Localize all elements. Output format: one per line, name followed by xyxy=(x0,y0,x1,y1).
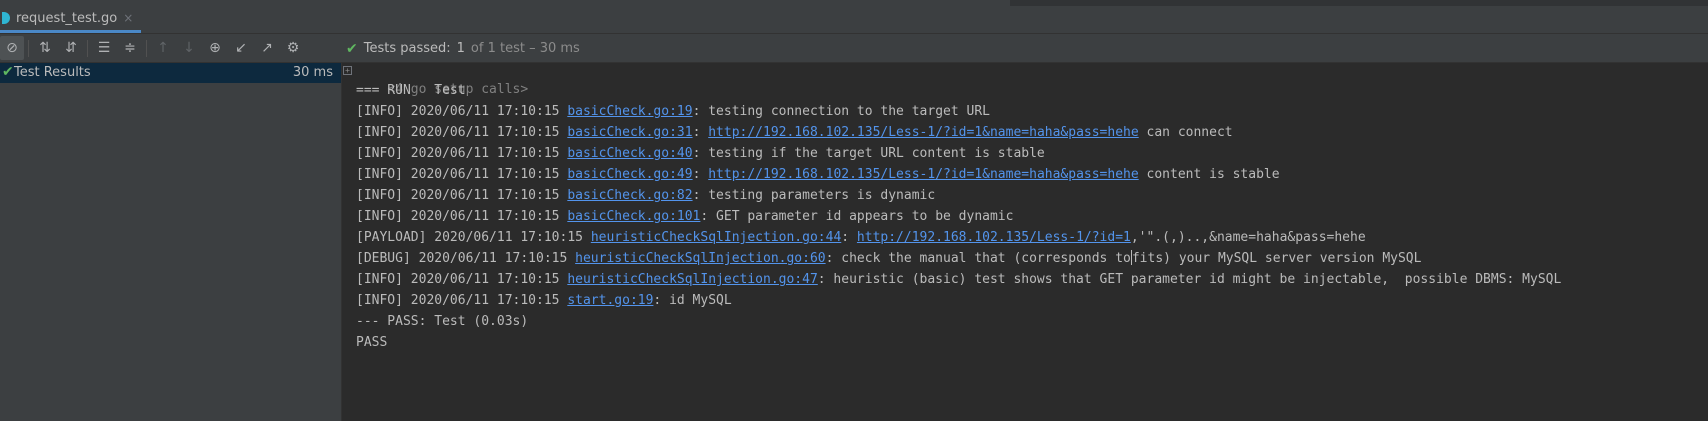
tree-item-label: Test Results xyxy=(14,65,91,80)
log-text: fits) your MySQL server version MySQL xyxy=(1131,251,1422,266)
log-text: : testing parameters is dynamic xyxy=(692,188,936,203)
log-line: [INFO] 2020/06/11 17:10:15 basicCheck.go… xyxy=(356,207,1013,227)
log-text: : xyxy=(692,167,709,182)
url-link[interactable]: http://192.168.102.135/Less-1/?id=1&name… xyxy=(708,125,1138,140)
next-failed-icon[interactable]: ↓ xyxy=(177,36,201,60)
log-text: : heuristic (basic) test shows that GET … xyxy=(817,272,1562,287)
log-line: [DEBUG] 2020/06/11 17:10:15 heuristicChe… xyxy=(356,249,1421,269)
source-link[interactable]: start.go:19 xyxy=(567,293,653,308)
log-prefix: [INFO] 2020/06/11 17:10:15 xyxy=(356,188,568,203)
console-output[interactable]: + <4 go setup calls> === RUN Test [INFO] … xyxy=(342,63,1708,421)
log-prefix: [INFO] 2020/06/11 17:10:15 xyxy=(356,146,568,161)
log-text: : xyxy=(692,125,709,140)
log-prefix: [INFO] 2020/06/11 17:10:15 xyxy=(356,272,568,287)
log-prefix: [PAYLOAD] 2020/06/11 17:10:15 xyxy=(356,230,591,245)
url-link[interactable]: http://192.168.102.135/Less-1/?id=1&name… xyxy=(708,167,1138,182)
status-label: Tests passed: xyxy=(363,41,451,56)
source-link[interactable]: basicCheck.go:49 xyxy=(567,167,692,182)
pass-summary-line: --- PASS: Test (0.03s) xyxy=(356,314,529,329)
log-line: [INFO] 2020/06/11 17:10:15 heuristicChec… xyxy=(356,270,1561,290)
go-file-icon xyxy=(2,12,10,24)
import-tests-icon[interactable]: ↙ xyxy=(229,36,253,60)
log-prefix: [INFO] 2020/06/11 17:10:15 xyxy=(356,209,568,224)
log-prefix: [DEBUG] 2020/06/11 17:10:15 xyxy=(356,251,576,266)
stop-icon[interactable]: ⊘ xyxy=(0,36,24,60)
log-prefix: [INFO] 2020/06/11 17:10:15 xyxy=(356,167,568,182)
tree-item-test-results[interactable]: ✔ Test Results 30 ms xyxy=(0,63,341,83)
collapse-all-icon[interactable]: ≑ xyxy=(118,36,142,60)
toolbar-separator xyxy=(28,40,29,57)
log-line: [INFO] 2020/06/11 17:10:15 start.go:19: … xyxy=(356,291,732,311)
log-line: [INFO] 2020/06/11 17:10:15 basicCheck.go… xyxy=(356,165,1280,185)
test-tree-panel: ✔ Test Results 30 ms xyxy=(0,63,342,421)
status-count: 1 xyxy=(456,41,465,56)
source-link[interactable]: heuristicCheckSqlInjection.go:44 xyxy=(591,230,841,245)
source-link[interactable]: basicCheck.go:31 xyxy=(567,125,692,140)
log-prefix: [INFO] 2020/06/11 17:10:15 xyxy=(356,293,568,308)
log-line: [INFO] 2020/06/11 17:10:15 basicCheck.go… xyxy=(356,123,1233,143)
log-prefix: [INFO] 2020/06/11 17:10:15 xyxy=(356,125,568,140)
toolbar-separator xyxy=(146,40,147,57)
log-text: : id MySQL xyxy=(653,293,732,308)
test-toolbar: ⊘ ⇅ ⇵ ☰ ≑ ↑ ↓ ⊕ ↙ ↗ ⚙ ✔ Tests passed: 1 … xyxy=(0,34,1708,63)
log-text: : check the manual that (corresponds to xyxy=(825,251,1131,266)
editor-tab-bar: request_test.go × xyxy=(0,6,1708,34)
source-link[interactable]: heuristicCheckSqlInjection.go:47 xyxy=(567,272,817,287)
source-link[interactable]: basicCheck.go:19 xyxy=(567,104,692,119)
test-status: ✔ Tests passed: 1 of 1 test – 30 ms xyxy=(346,34,580,63)
log-text: : GET parameter id appears to be dynamic xyxy=(700,209,1014,224)
log-text: ,'".(,)..,&name=haha&pass=hehe xyxy=(1130,230,1366,245)
passed-check-icon: ✔ xyxy=(2,64,14,80)
test-history-icon[interactable]: ⊕ xyxy=(203,36,227,60)
folded-setup-calls[interactable]: + <4 go setup calls> xyxy=(342,60,542,97)
log-prefix: [INFO] 2020/06/11 17:10:15 xyxy=(356,104,568,119)
source-link[interactable]: basicCheck.go:101 xyxy=(567,209,700,224)
previous-failed-icon[interactable]: ↑ xyxy=(151,36,175,60)
final-pass-line: PASS xyxy=(356,335,388,350)
tree-item-duration: 30 ms xyxy=(292,65,333,80)
log-text: : testing if the target URL content is s… xyxy=(692,146,1045,161)
log-line: [INFO] 2020/06/11 17:10:15 basicCheck.go… xyxy=(356,144,1045,164)
sort-by-duration-icon[interactable]: ⇵ xyxy=(59,36,83,60)
sort-alphabetically-icon[interactable]: ⇅ xyxy=(33,36,57,60)
close-icon[interactable]: × xyxy=(123,11,133,25)
toolbar-separator xyxy=(87,40,88,57)
expand-fold-icon[interactable]: + xyxy=(343,66,352,75)
source-link[interactable]: heuristicCheckSqlInjection.go:60 xyxy=(575,251,825,266)
log-line: [INFO] 2020/06/11 17:10:15 basicCheck.go… xyxy=(356,186,935,206)
log-text: can connect xyxy=(1138,125,1233,140)
settings-gear-icon[interactable]: ⚙ xyxy=(281,36,305,60)
export-tests-icon[interactable]: ↗ xyxy=(255,36,279,60)
source-link[interactable]: basicCheck.go:82 xyxy=(567,188,692,203)
log-text: : xyxy=(841,230,857,245)
log-text: : testing connection to the target URL xyxy=(692,104,990,119)
file-tab-label: request_test.go xyxy=(16,10,118,26)
status-detail: of 1 test – 30 ms xyxy=(470,41,580,56)
expand-all-icon[interactable]: ☰ xyxy=(92,36,116,60)
passed-check-icon: ✔ xyxy=(346,40,358,57)
log-line: [INFO] 2020/06/11 17:10:15 basicCheck.go… xyxy=(356,102,990,122)
file-tab[interactable]: request_test.go × xyxy=(0,6,142,33)
log-line: [PAYLOAD] 2020/06/11 17:10:15 heuristicC… xyxy=(356,228,1366,248)
source-link[interactable]: basicCheck.go:40 xyxy=(567,146,692,161)
log-text: content is stable xyxy=(1138,167,1280,182)
url-link[interactable]: http://192.168.102.135/Less-1/?id=1 xyxy=(857,230,1131,245)
run-line: === RUN Test xyxy=(356,83,466,98)
